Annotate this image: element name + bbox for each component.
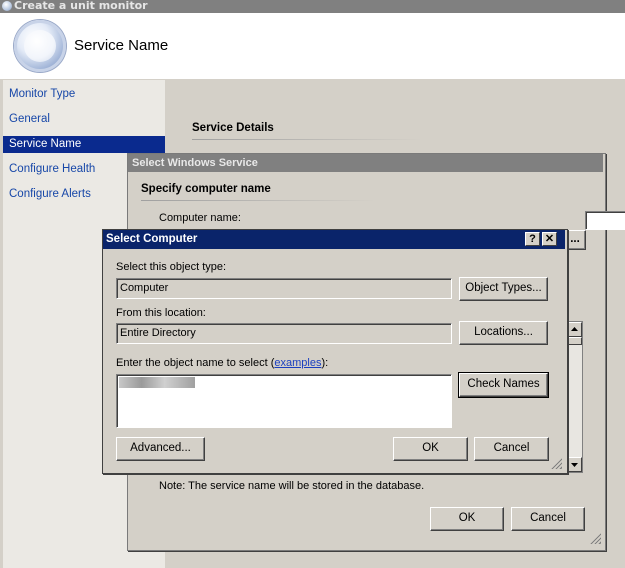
sws-resize-grip-icon[interactable]: [589, 532, 601, 544]
object-type-field: Computer: [116, 278, 452, 299]
service-name-note: Note: The service name will be stored in…: [159, 480, 425, 492]
examples-link[interactable]: examples: [274, 357, 321, 369]
object-types-button[interactable]: Object Types...: [459, 277, 548, 301]
help-button[interactable]: ?: [525, 232, 540, 246]
section-divider: [192, 139, 422, 140]
computer-name-input[interactable]: [585, 211, 625, 230]
object-type-label: Select this object type:: [116, 261, 227, 273]
sws-ok-button[interactable]: OK: [430, 507, 504, 531]
sws-cancel-button[interactable]: Cancel: [511, 507, 585, 531]
nav-item-general[interactable]: General: [3, 111, 165, 128]
monitor-icon: [2, 1, 12, 11]
service-details-heading: Service Details: [192, 122, 274, 134]
select-computer-title: Select Computer: [106, 233, 198, 245]
sc-resize-grip-icon[interactable]: [550, 457, 562, 469]
page-title: Service Name: [74, 37, 169, 54]
arrow-down-icon: [571, 463, 578, 467]
locations-button[interactable]: Locations...: [459, 321, 548, 345]
sc-cancel-button[interactable]: Cancel: [474, 437, 549, 461]
location-field: Entire Directory: [116, 323, 452, 344]
nav-item-monitor-type[interactable]: Monitor Type: [3, 86, 165, 103]
select-computer-title-bar: Select Computer ? ✕: [103, 230, 565, 249]
nav-item-service-name[interactable]: Service Name: [3, 136, 165, 153]
arrow-up-icon: [571, 327, 578, 331]
sc-ok-button[interactable]: OK: [393, 437, 468, 461]
select-windows-service-title: Select Windows Service: [128, 154, 603, 172]
advanced-button[interactable]: Advanced...: [116, 437, 205, 461]
specify-computer-heading: Specify computer name: [141, 183, 271, 195]
computer-name-label: Computer name:: [159, 212, 241, 224]
sws-divider: [141, 200, 376, 201]
wizard-title-bar: Create a unit monitor: [0, 0, 625, 13]
wizard-title: Create a unit monitor: [14, 0, 148, 12]
redacted-object-name: [119, 377, 195, 388]
scroll-up-button[interactable]: [567, 322, 582, 337]
check-names-button[interactable]: Check Names: [458, 372, 549, 398]
close-icon[interactable]: ✕: [542, 232, 557, 246]
object-name-input[interactable]: [116, 374, 452, 428]
scroll-down-button[interactable]: [567, 457, 582, 472]
enter-object-name-text: Enter the object name to select (: [116, 357, 275, 369]
enter-object-name-suffix: ):: [321, 357, 329, 369]
location-label: From this location:: [116, 307, 206, 319]
enter-object-name-label: Enter the object name to select (example…: [116, 357, 328, 369]
wizard-logo-icon: [14, 20, 66, 72]
scroll-thumb[interactable]: [567, 337, 582, 345]
services-list-scrollbar[interactable]: [566, 321, 583, 473]
